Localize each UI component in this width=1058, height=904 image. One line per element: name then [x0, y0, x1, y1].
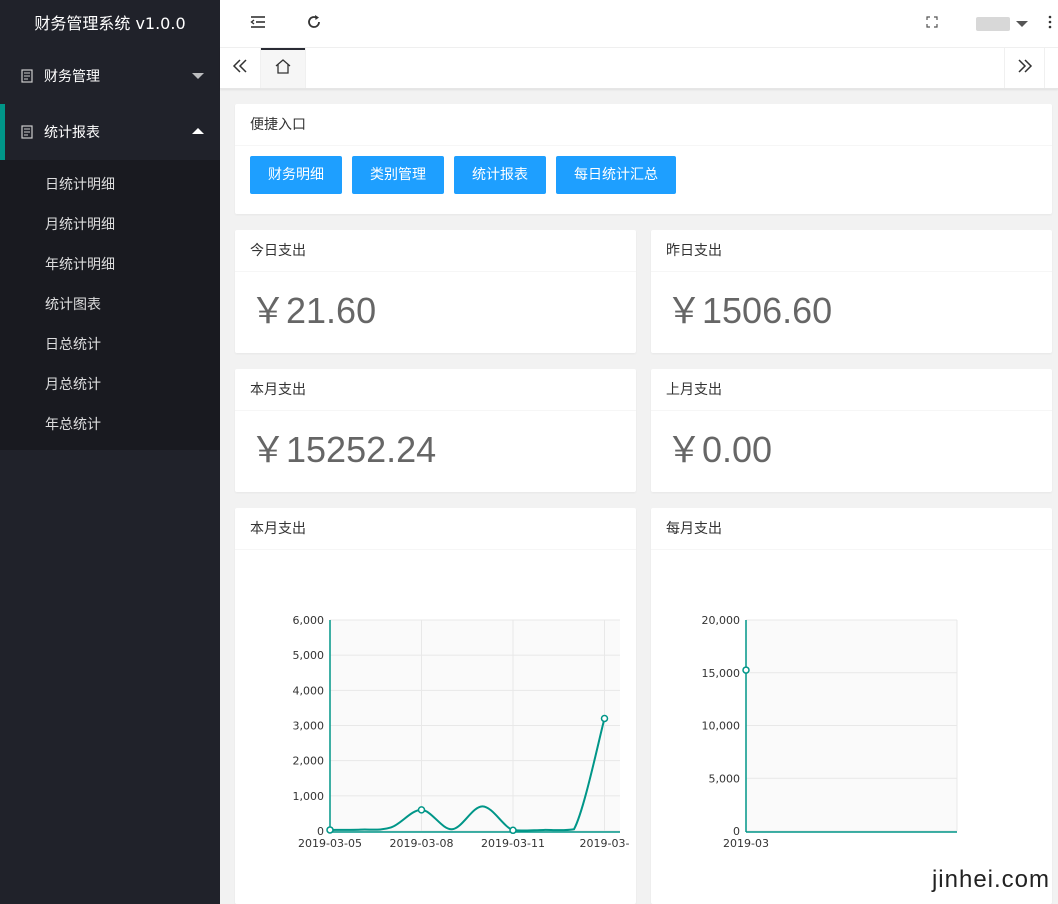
- grid-band: [746, 725, 957, 779]
- sidebar-item-yearly-total[interactable]: 年总统计: [0, 405, 220, 445]
- sidebar: 财务管理系统 v1.0.0 财务管理 统计报表 日统计明细 月统计明细 年统计明…: [0, 0, 220, 904]
- tab-options-button[interactable]: [1044, 48, 1058, 88]
- y-tick-label: 5,000: [293, 649, 325, 662]
- last-month-expense-value: ￥0.00: [666, 429, 773, 470]
- tab-scroll-left-button[interactable]: [220, 48, 260, 88]
- data-point: [326, 826, 334, 834]
- this-month-expense-card: 本月支出 ￥15252.24: [235, 369, 636, 492]
- nav-doc-icon: [20, 69, 34, 83]
- quick-entry-card: 便捷入口 财务明细 类别管理 统计报表 每日统计汇总: [235, 104, 1052, 214]
- category-manage-button[interactable]: 类别管理: [352, 156, 444, 194]
- sidebar-item-daily-detail[interactable]: 日统计明细: [0, 165, 220, 205]
- grid-band: [330, 655, 620, 691]
- per-month-line-chart[interactable]: 05,00010,00015,00020,0002019-03: [651, 550, 1052, 904]
- per-month-chart-title: 每月支出: [651, 508, 1052, 550]
- user-menu[interactable]: [972, 0, 1032, 48]
- monthly-chart-card: 本月支出 0 1,000 2,000 3,000 4,000 5,000 6,000 2019…: [235, 508, 636, 904]
- more-options-button[interactable]: [1042, 0, 1058, 48]
- grid-band: [330, 620, 620, 656]
- daily-summary-button[interactable]: 每日统计汇总: [556, 156, 676, 194]
- grid-band: [330, 725, 620, 761]
- grid-band: [330, 690, 620, 726]
- chevron-down-icon: [192, 73, 204, 79]
- x-tick-label: 2019-03-: [580, 837, 630, 850]
- quick-entry-title: 便捷入口: [235, 104, 1052, 146]
- fullscreen-button[interactable]: [912, 0, 952, 48]
- tab-bar: [220, 48, 1058, 89]
- nav-group-label: 财务管理: [44, 69, 100, 85]
- more-vertical-icon: [1048, 15, 1052, 33]
- y-tick-label: 15,000: [702, 667, 741, 680]
- x-tick-label: 2019-03-05: [298, 837, 362, 850]
- home-icon: [275, 58, 291, 78]
- reports-submenu: 日统计明细 月统计明细 年统计明细 统计图表 日总统计 月总统计 年总统计: [0, 160, 220, 450]
- x-tick-label: 2019-03: [723, 837, 769, 850]
- x-tick-label: 2019-03-08: [390, 837, 454, 850]
- y-tick-label: 2,000: [293, 755, 325, 768]
- per-month-chart-card: 每月支出 0 5,000 10,000 15,000 20,000 2019-03: [651, 508, 1052, 904]
- today-expense-label: 今日支出: [235, 230, 636, 272]
- last-month-expense-card: 上月支出 ￥0.00: [651, 369, 1052, 492]
- nav-doc-icon: [20, 125, 34, 139]
- tab-home[interactable]: [260, 48, 306, 88]
- sidebar-item-yearly-detail[interactable]: 年统计明细: [0, 245, 220, 285]
- grid-band: [746, 620, 957, 673]
- y-tick-label: 6,000: [293, 614, 325, 627]
- finance-detail-button[interactable]: 财务明细: [250, 156, 342, 194]
- double-chevron-left-icon: [232, 59, 248, 77]
- double-chevron-right-icon: [1017, 59, 1033, 77]
- collapse-sidebar-button[interactable]: [238, 0, 278, 48]
- last-month-expense-label: 上月支出: [651, 369, 1052, 411]
- fullscreen-icon: [926, 16, 938, 32]
- data-point: [600, 714, 609, 723]
- yesterday-expense-card: 昨日支出 ￥1506.60: [651, 230, 1052, 353]
- y-tick-label: 5,000: [709, 772, 741, 785]
- monthly-line-chart[interactable]: 01,0002,0003,0004,0005,0006,0002019-03-0…: [235, 550, 636, 904]
- refresh-button[interactable]: [294, 0, 334, 48]
- app-title: 财务管理系统 v1.0.0: [0, 0, 220, 48]
- monthly-chart-title: 本月支出: [235, 508, 636, 550]
- today-expense-value: ￥21.60: [250, 290, 377, 331]
- refresh-icon: [306, 14, 322, 34]
- sidebar-item-charts[interactable]: 统计图表: [0, 285, 220, 325]
- y-tick-label: 4,000: [293, 684, 325, 697]
- y-tick-label: 1,000: [293, 790, 325, 803]
- chevron-up-icon: [192, 128, 204, 134]
- sidebar-item-monthly-total[interactable]: 月总统计: [0, 365, 220, 405]
- this-month-expense-label: 本月支出: [235, 369, 636, 411]
- report-button[interactable]: 统计报表: [454, 156, 546, 194]
- data-point: [417, 806, 426, 814]
- watermark: jinhei.com: [931, 866, 1050, 893]
- nav-group-finance[interactable]: 财务管理: [0, 48, 220, 104]
- sidebar-item-daily-total[interactable]: 日总统计: [0, 325, 220, 365]
- y-tick-label: 20,000: [702, 614, 741, 627]
- nav-group-label: 统计报表: [44, 125, 100, 141]
- menu-fold-icon: [250, 15, 266, 33]
- data-point: [509, 826, 517, 835]
- x-tick-label: 2019-03-11: [481, 837, 545, 850]
- this-month-expense-value: ￥15252.24: [250, 429, 437, 470]
- grid-band: [330, 760, 620, 796]
- avatar: [976, 17, 1010, 31]
- nav-group-reports[interactable]: 统计报表: [0, 104, 220, 160]
- grid-band: [746, 672, 957, 726]
- yesterday-expense-value: ￥1506.60: [666, 290, 833, 331]
- y-tick-label: 10,000: [702, 720, 741, 733]
- today-expense-card: 今日支出 ￥21.60: [235, 230, 636, 353]
- data-point: [742, 666, 750, 674]
- grid-band: [746, 778, 957, 831]
- chevron-down-icon: [1016, 21, 1028, 27]
- y-tick-label: 3,000: [293, 720, 325, 733]
- yesterday-expense-label: 昨日支出: [651, 230, 1052, 272]
- tab-scroll-right-button[interactable]: [1004, 48, 1044, 88]
- sidebar-item-monthly-detail[interactable]: 月统计明细: [0, 205, 220, 245]
- top-header: [220, 0, 1058, 48]
